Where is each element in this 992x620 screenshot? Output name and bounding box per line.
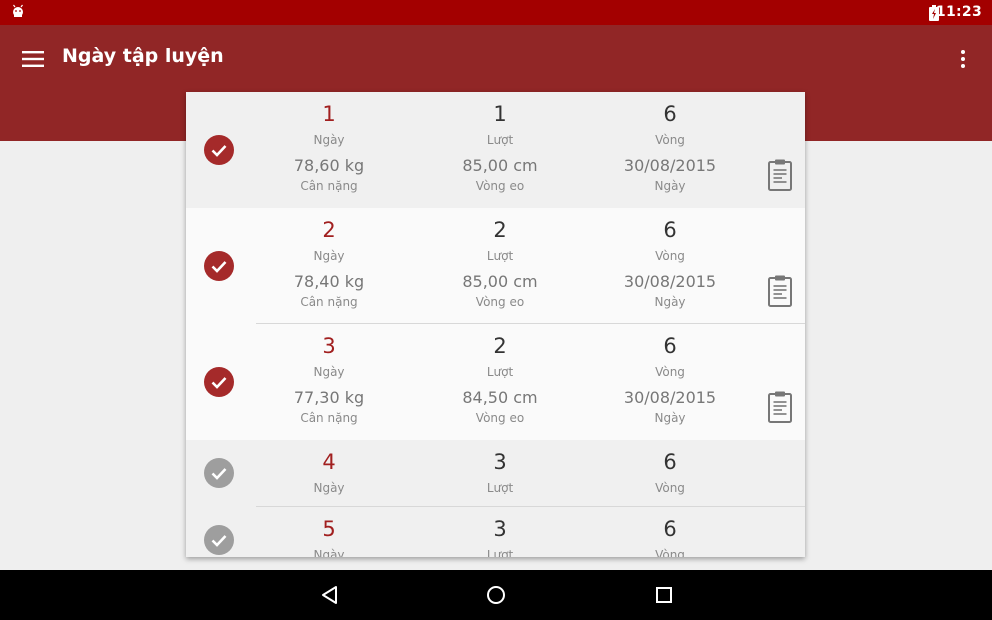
check-circle-icon[interactable]	[204, 525, 234, 555]
day-label: Ngày	[313, 548, 345, 557]
turn-label: Lượt	[486, 249, 514, 263]
waist-label: Vòng eo	[475, 179, 525, 193]
turn-number: 1	[493, 102, 507, 126]
round-number: 6	[663, 450, 677, 474]
round-number: 6	[663, 102, 677, 126]
round-label: Vòng	[655, 249, 685, 263]
android-icon	[13, 4, 23, 17]
date-value: 30/08/2015	[623, 272, 717, 291]
waist-value: 85,00 cm	[462, 272, 538, 291]
check-circle-icon[interactable]	[204, 458, 234, 488]
day-number: 3	[322, 334, 336, 358]
turn-label: Lượt	[486, 481, 514, 495]
check-circle-icon[interactable]	[204, 251, 234, 281]
page-title: Ngày tập luyện	[62, 45, 224, 67]
waist-label: Vòng eo	[475, 295, 525, 309]
workout-days-list: 1 Ngày 78,60 kg Cân nặng 1 Lượt 85,00 cm…	[186, 92, 805, 557]
turn-label: Lượt	[486, 365, 514, 379]
day-label: Ngày	[313, 481, 345, 495]
list-item[interactable]: 4 Ngày 3 Lượt 6 Vòng	[186, 440, 805, 507]
status-time: 11:23	[935, 4, 982, 20]
day-number: 4	[322, 450, 336, 474]
date-label: Ngày	[654, 295, 686, 309]
turn-number: 2	[493, 334, 507, 358]
date-value: 30/08/2015	[623, 156, 717, 175]
clipboard-icon[interactable]	[768, 391, 792, 423]
weight-label: Cân nặng	[300, 411, 358, 425]
date-value: 30/08/2015	[623, 388, 717, 407]
list-item[interactable]: 5 Ngày 3 Lượt 6 Vòng	[186, 507, 805, 557]
turn-label: Lượt	[486, 133, 514, 147]
date-label: Ngày	[654, 411, 686, 425]
round-label: Vòng	[655, 133, 685, 147]
status-bar: 11:23	[0, 0, 992, 25]
weight-label: Cân nặng	[300, 295, 358, 309]
day-number: 1	[322, 102, 336, 126]
weight-label: Cân nặng	[300, 179, 358, 193]
date-label: Ngày	[654, 179, 686, 193]
more-vert-icon[interactable]	[958, 49, 968, 69]
check-circle-icon[interactable]	[204, 367, 234, 397]
day-label: Ngày	[313, 133, 345, 147]
waist-label: Vòng eo	[475, 411, 525, 425]
round-label: Vòng	[655, 481, 685, 495]
turn-number: 2	[493, 218, 507, 242]
list-item[interactable]: 2 Ngày 78,40 kg Cân nặng 2 Lượt 85,00 cm…	[186, 208, 805, 324]
menu-icon[interactable]	[22, 50, 44, 68]
clipboard-icon[interactable]	[768, 159, 792, 191]
weight-value: 78,40 kg	[293, 272, 365, 291]
day-number: 5	[322, 517, 336, 541]
round-label: Vòng	[655, 365, 685, 379]
round-number: 6	[663, 517, 677, 541]
recents-icon[interactable]	[654, 585, 674, 605]
clipboard-icon[interactable]	[768, 275, 792, 307]
turn-label: Lượt	[486, 548, 514, 557]
day-label: Ngày	[313, 249, 345, 263]
back-icon[interactable]	[320, 585, 340, 605]
list-item[interactable]: 3 Ngày 77,30 kg Cân nặng 2 Lượt 84,50 cm…	[186, 324, 805, 440]
waist-value: 84,50 cm	[462, 388, 538, 407]
round-label: Vòng	[655, 548, 685, 557]
check-circle-icon[interactable]	[204, 135, 234, 165]
weight-value: 78,60 kg	[293, 156, 365, 175]
day-number: 2	[322, 218, 336, 242]
turn-number: 3	[493, 450, 507, 474]
home-icon[interactable]	[486, 585, 506, 605]
weight-value: 77,30 kg	[293, 388, 365, 407]
navigation-bar	[0, 570, 992, 620]
day-label: Ngày	[313, 365, 345, 379]
turn-number: 3	[493, 517, 507, 541]
round-number: 6	[663, 334, 677, 358]
waist-value: 85,00 cm	[462, 156, 538, 175]
round-number: 6	[663, 218, 677, 242]
list-item[interactable]: 1 Ngày 78,60 kg Cân nặng 1 Lượt 85,00 cm…	[186, 92, 805, 208]
